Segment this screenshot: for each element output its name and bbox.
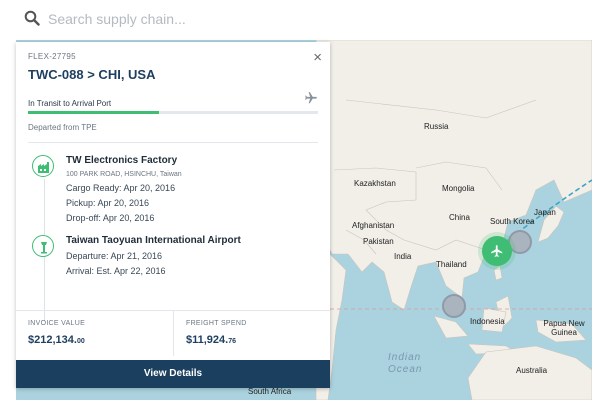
dropoff-date: Drop-off: Apr 20, 2016 [66,213,155,223]
stop-origin-factory[interactable]: TW Electronics Factory 100 PARK ROAD, HS… [28,155,318,223]
arrival-date: Arrival: Est. Apr 22, 2016 [66,266,166,276]
shipment-id: FLEX-27795 [28,52,76,61]
factory-icon [32,155,54,177]
card-header: FLEX-27795 TWC-088 > CHI, USA In Transit… [16,42,330,143]
invoice-value-label: INVOICE VALUE [28,320,86,327]
invoice-value-amount: $212,134.00 [28,334,161,346]
pickup-date: Pickup: Apr 20, 2016 [66,198,150,208]
totals-row: INVOICE VALUE $212,134.00 FREIGHT SPEND … [16,310,330,356]
stop-name: Taiwan Taoyuan International Airport [66,235,241,246]
map-label-kazakhstan: Kazakhstan [354,179,396,188]
freight-spend-amount: $11,924.76 [186,334,318,346]
map-label-indian-ocean-2: Ocean [388,364,423,375]
freight-spend-dollars: $11,924. [186,334,229,346]
freight-spend-block: FREIGHT SPEND $11,924.76 [173,311,330,356]
map-label-indian-ocean-1: Indian [388,352,422,363]
map-label-indonesia: Indonesia [470,317,505,326]
status-text: In Transit to Arrival Port [28,99,112,108]
search-input[interactable] [48,6,348,32]
departed-from: Departed from TPE [28,123,318,143]
shipment-detail-card: × FLEX-27795 TWC-088 > CHI, USA In Trans… [16,42,330,388]
shipment-cluster-marker[interactable] [442,294,466,318]
map-label-south-korea: South Korea [490,217,535,226]
invoice-value-block: INVOICE VALUE $212,134.00 [16,311,173,356]
map-label-australia: Australia [516,366,548,375]
stop-name: TW Electronics Factory [66,155,178,166]
cargo-ready-date: Cargo Ready: Apr 20, 2016 [66,183,176,193]
stop-list: TW Electronics Factory 100 PARK ROAD, HS… [16,143,330,321]
invoice-value-cents: 00 [76,338,85,345]
map-label-mongolia: Mongolia [442,184,475,193]
search-icon[interactable] [24,10,40,26]
airport-tower-icon [32,235,54,257]
map-label-russia: Russia [424,122,449,131]
map-label-south-africa: South Africa [248,387,292,396]
active-shipment-marker[interactable] [482,236,512,266]
search-bar [0,0,602,38]
close-icon[interactable]: × [313,50,322,65]
map-label-papua: Papua New Guinea [543,319,585,337]
view-details-button[interactable]: View Details [16,360,330,388]
departure-date: Departure: Apr 21, 2016 [66,251,163,261]
map-label-india: India [394,252,412,261]
route-title: TWC-088 > CHI, USA [28,67,156,82]
transit-progress-bar [28,111,318,114]
freight-spend-cents: 76 [228,338,237,345]
plane-icon [491,245,503,257]
map-label-pakistan: Pakistan [363,237,394,246]
stop-airport[interactable]: Taiwan Taoyuan International Airport Dep… [28,235,318,276]
invoice-value-dollars: $212,134. [28,334,77,346]
transit-progress-fill [28,111,159,114]
plane-icon [305,92,317,104]
map-label-thailand: Thailand [436,260,467,269]
map-label-afghanistan: Afghanistan [352,221,395,230]
stop-address: 100 PARK ROAD, HSINCHU, Taiwan [66,171,182,178]
freight-spend-label: FREIGHT SPEND [186,320,247,327]
status-row: In Transit to Arrival Port [28,92,318,108]
map-label-japan: Japan [534,208,556,217]
map-label-china: China [449,213,470,222]
